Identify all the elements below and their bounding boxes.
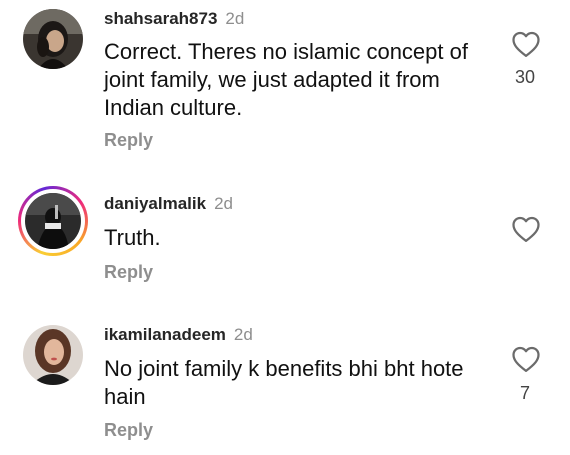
story-ring[interactable] <box>18 186 88 256</box>
avatar[interactable] <box>23 9 83 69</box>
timestamp: 2d <box>214 194 233 213</box>
comment-text: Truth. <box>104 225 161 250</box>
avatar-image <box>23 9 83 69</box>
username[interactable]: ikamilanadeem <box>104 325 226 344</box>
avatar-image <box>23 325 83 385</box>
comment-meta: daniyalmalik 2d <box>104 193 233 215</box>
like-count: 7 <box>519 383 530 403</box>
comment-text: Correct. Theres no islamic concept of jo… <box>104 39 468 120</box>
avatar[interactable] <box>23 325 83 385</box>
username[interactable]: daniyalmalik <box>104 194 206 213</box>
like-count: 30 <box>514 67 536 87</box>
reply-button[interactable]: Reply <box>104 419 153 441</box>
comment-meta: ikamilanadeem 2d <box>104 324 253 346</box>
heart-icon[interactable] <box>511 345 541 373</box>
avatar <box>25 193 81 249</box>
heart-icon[interactable] <box>511 215 541 243</box>
comment-item: ikamilanadeem 2d No joint family k benefi… <box>0 310 570 455</box>
reply-button[interactable]: Reply <box>104 129 153 151</box>
timestamp: 2d <box>233 325 253 344</box>
timestamp: 2d <box>225 9 245 28</box>
comment-meta: shahsarah873 2d <box>104 8 244 30</box>
avatar-image <box>25 193 81 249</box>
username[interactable]: shahsarah873 <box>104 9 217 28</box>
comment-item: daniyalmalik 2d Truth. Reply <box>0 160 570 310</box>
reply-button[interactable]: Reply <box>104 261 153 283</box>
comment-text: No joint family k benefits bhi bht hote … <box>104 356 464 409</box>
comment-item: shahsarah873 2d Correct. Theres no islami… <box>0 0 570 160</box>
heart-icon[interactable] <box>511 30 541 58</box>
